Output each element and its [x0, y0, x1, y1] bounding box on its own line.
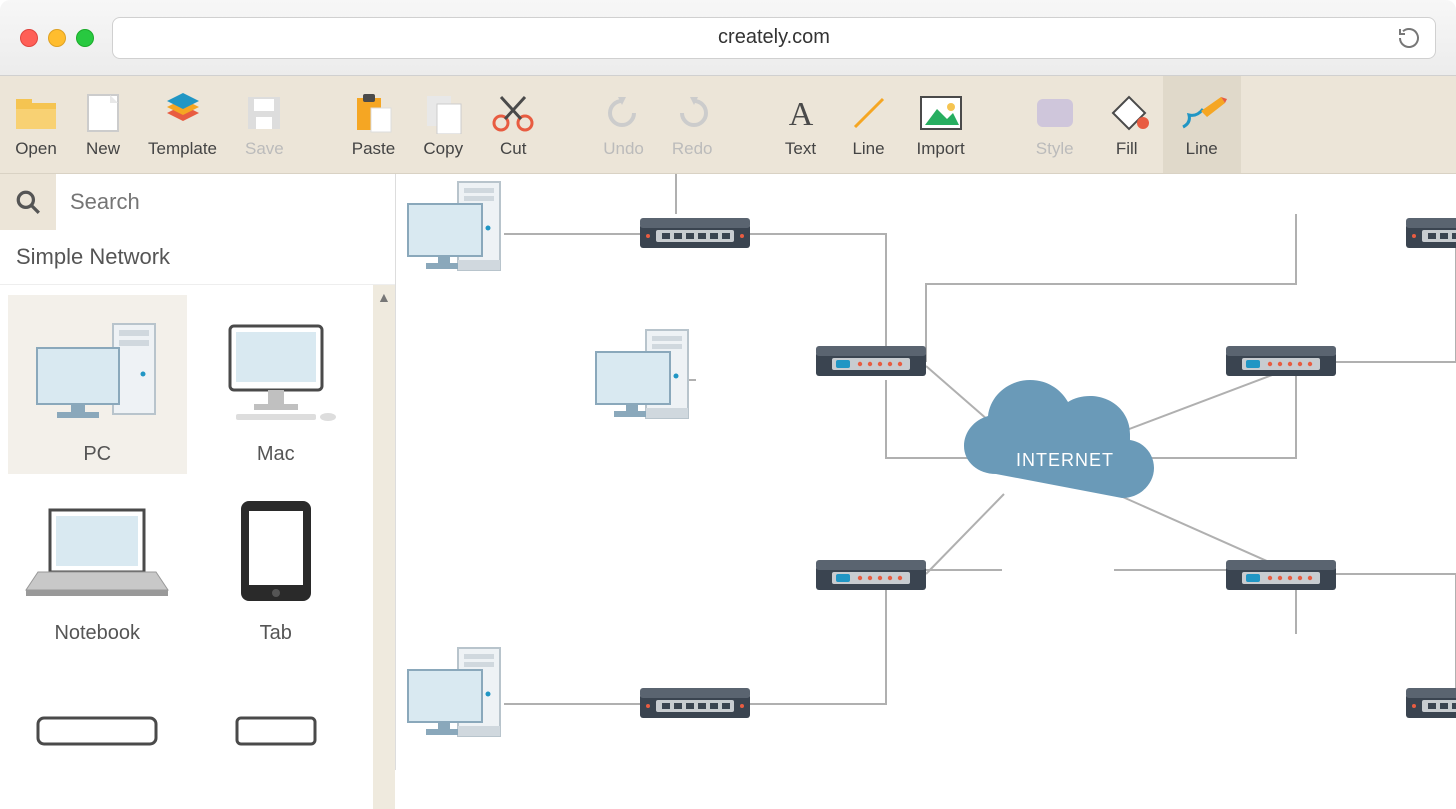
- svg-text:A: A: [788, 96, 813, 133]
- copy-button[interactable]: Copy: [409, 76, 477, 173]
- canvas-pc-3[interactable]: [408, 648, 500, 736]
- canvas-pc-1[interactable]: [408, 182, 500, 270]
- shape-palette: PC Mac: [0, 285, 395, 809]
- scroll-up-icon[interactable]: ▲: [377, 289, 391, 305]
- shape-notebook[interactable]: Notebook: [8, 474, 187, 653]
- close-window-button[interactable]: [20, 29, 38, 47]
- open-button[interactable]: Open: [0, 76, 72, 173]
- new-button[interactable]: New: [72, 76, 134, 173]
- shape-pc[interactable]: PC: [8, 295, 187, 474]
- undo-icon: [604, 91, 644, 135]
- tablet-icon: [231, 492, 321, 612]
- canvas-router-2[interactable]: [1226, 346, 1336, 376]
- shape-more-2[interactable]: [187, 653, 366, 809]
- text-tool-button[interactable]: A Text: [767, 76, 835, 173]
- fill-icon: [1105, 91, 1149, 135]
- mac-icon: [206, 313, 346, 433]
- search-button[interactable]: [0, 174, 56, 230]
- sidebar: Simple Network PC: [0, 174, 396, 770]
- line-tool-button[interactable]: Line: [835, 76, 903, 173]
- canvas-router-1[interactable]: [816, 346, 926, 376]
- paste-label: Paste: [352, 139, 395, 159]
- text-icon: A: [781, 91, 821, 135]
- style-icon: [1033, 91, 1077, 135]
- search-input[interactable]: [56, 174, 395, 230]
- redo-icon: [672, 91, 712, 135]
- template-icon: [163, 91, 203, 135]
- search-icon: [15, 189, 41, 215]
- shape-group-title: Simple Network: [16, 244, 170, 269]
- save-button[interactable]: Save: [231, 76, 298, 173]
- cut-label: Cut: [500, 139, 526, 159]
- minimize-window-button[interactable]: [48, 29, 66, 47]
- paste-button[interactable]: Paste: [338, 76, 409, 173]
- copy-icon: [423, 91, 463, 135]
- undo-button[interactable]: Undo: [589, 76, 658, 173]
- device-icon: [32, 671, 162, 791]
- redo-label: Redo: [672, 139, 713, 159]
- shape-pc-label: PC: [83, 443, 111, 466]
- canvas-router-4[interactable]: [1226, 560, 1336, 590]
- new-file-icon: [86, 91, 120, 135]
- canvas-switch-4[interactable]: [1406, 688, 1456, 718]
- address-url: creately.com: [718, 26, 830, 49]
- template-label: Template: [148, 139, 217, 159]
- save-label: Save: [245, 139, 284, 159]
- line-icon: [849, 91, 889, 135]
- address-bar[interactable]: creately.com: [112, 17, 1436, 59]
- device-icon: [231, 671, 321, 791]
- save-icon: [246, 91, 282, 135]
- new-label: New: [86, 139, 120, 159]
- shape-mac[interactable]: Mac: [187, 295, 366, 474]
- canvas-switch-1[interactable]: [640, 218, 750, 248]
- notebook-icon: [22, 492, 172, 612]
- canvas-pc-2[interactable]: [596, 330, 688, 418]
- search-row: [0, 174, 395, 230]
- browser-chrome: creately.com: [0, 0, 1456, 76]
- shape-mac-label: Mac: [257, 443, 295, 466]
- text-label: Text: [785, 139, 816, 159]
- redo-button[interactable]: Redo: [658, 76, 727, 173]
- undo-label: Undo: [603, 139, 644, 159]
- window-controls: [20, 29, 94, 47]
- shape-more-1[interactable]: [8, 653, 187, 809]
- shape-notebook-label: Notebook: [54, 622, 140, 645]
- line-style-button[interactable]: Line: [1163, 76, 1241, 173]
- internet-cloud[interactable]: [964, 380, 1154, 498]
- fill-button[interactable]: Fill: [1091, 76, 1163, 173]
- palette-scrollbar[interactable]: ▲: [373, 285, 395, 809]
- cut-button[interactable]: Cut: [477, 76, 549, 173]
- shape-tab-label: Tab: [260, 622, 292, 645]
- folder-icon: [14, 91, 58, 135]
- fill-label: Fill: [1116, 139, 1138, 159]
- scissors-icon: [491, 91, 535, 135]
- pc-icon: [27, 313, 167, 433]
- shape-tab[interactable]: Tab: [187, 474, 366, 653]
- template-button[interactable]: Template: [134, 76, 231, 173]
- canvas[interactable]: INTERNET: [396, 174, 1456, 770]
- diagram-svg: [396, 174, 1456, 770]
- paste-icon: [353, 91, 393, 135]
- style-button[interactable]: Style: [1019, 76, 1091, 173]
- line-label: Line: [852, 139, 884, 159]
- import-button[interactable]: Import: [903, 76, 979, 173]
- image-icon: [919, 91, 963, 135]
- import-label: Import: [917, 139, 965, 159]
- canvas-router-3[interactable]: [816, 560, 926, 590]
- style-label: Style: [1036, 139, 1074, 159]
- open-label: Open: [15, 139, 57, 159]
- work-area: Simple Network PC: [0, 174, 1456, 770]
- zoom-window-button[interactable]: [76, 29, 94, 47]
- cloud-label: INTERNET: [1016, 450, 1114, 471]
- reload-icon[interactable]: [1397, 26, 1421, 56]
- shape-group-header[interactable]: Simple Network: [0, 230, 395, 285]
- canvas-switch-2[interactable]: [640, 688, 750, 718]
- canvas-switch-3[interactable]: [1406, 218, 1456, 248]
- toolbar: Open New Template Save Paste Copy C: [0, 76, 1456, 174]
- copy-label: Copy: [423, 139, 463, 159]
- pencil-icon: [1177, 91, 1227, 135]
- line-style-label: Line: [1186, 139, 1218, 159]
